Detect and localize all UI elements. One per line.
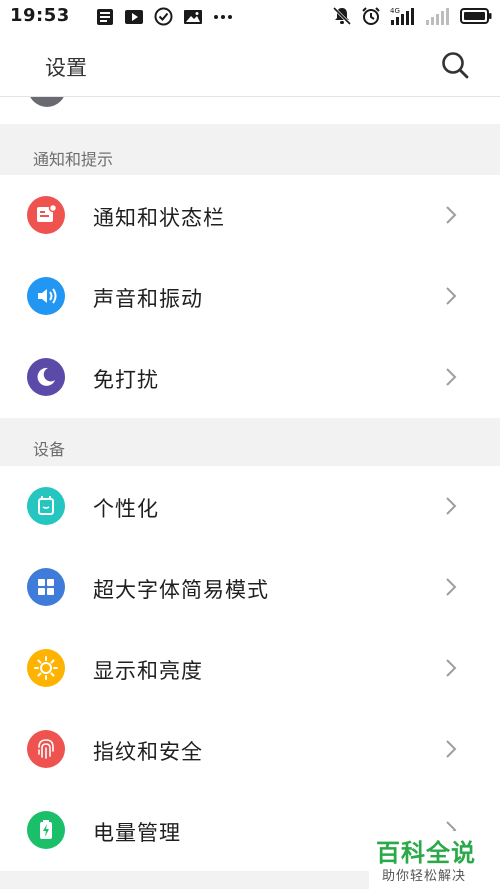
svg-text:4G: 4G bbox=[390, 7, 400, 15]
section-header-notifications: 通知和提示 bbox=[0, 124, 500, 175]
item-label: 通知和状态栏 bbox=[93, 206, 225, 230]
item-label: 免打扰 bbox=[93, 368, 159, 392]
fingerprint-icon bbox=[27, 730, 65, 768]
chevron-right-icon bbox=[446, 287, 457, 305]
play-icon bbox=[125, 9, 143, 24]
signal-icon bbox=[426, 8, 449, 25]
item-label: 显示和亮度 bbox=[93, 659, 203, 683]
signal-4g-icon: 4G bbox=[390, 7, 414, 25]
picture-icon bbox=[184, 9, 202, 24]
list-item-sound-vibration[interactable]: 声音和振动 bbox=[0, 256, 500, 337]
section-header-device: 设备 bbox=[0, 418, 500, 466]
item-label: 指纹和安全 bbox=[93, 740, 203, 764]
list-item-personalization[interactable]: 个性化 bbox=[0, 466, 500, 547]
mute-icon bbox=[332, 6, 352, 26]
chevron-right-icon bbox=[446, 578, 457, 596]
grid-icon bbox=[27, 568, 65, 606]
item-label: 超大字体简易模式 bbox=[93, 578, 269, 602]
chevron-right-icon bbox=[446, 659, 457, 677]
header: 设置 bbox=[0, 34, 500, 97]
status-left-icons bbox=[96, 7, 233, 26]
check-circle-icon bbox=[154, 7, 173, 26]
watermark-subtitle: 助你轻松解决 bbox=[382, 869, 467, 884]
search-icon[interactable] bbox=[440, 50, 470, 80]
status-bar: 19:53 4G bbox=[0, 0, 500, 34]
speaker-icon bbox=[27, 277, 65, 315]
notification-icon bbox=[27, 196, 65, 234]
section-title: 通知和提示 bbox=[33, 150, 114, 169]
item-label: 个性化 bbox=[93, 497, 159, 521]
status-right-icons: 4G bbox=[332, 6, 492, 26]
section-title: 设备 bbox=[33, 440, 66, 459]
battery-icon bbox=[460, 8, 492, 24]
moon-icon bbox=[27, 358, 65, 396]
item-label: 电量管理 bbox=[93, 821, 181, 845]
list-item-do-not-disturb[interactable]: 免打扰 bbox=[0, 337, 500, 418]
previous-item-icon bbox=[28, 97, 66, 107]
more-dots-icon bbox=[214, 14, 232, 19]
list-item-display-brightness[interactable]: 显示和亮度 bbox=[0, 628, 500, 709]
image-icon bbox=[97, 8, 113, 25]
previous-list-item-partial[interactable] bbox=[0, 97, 500, 124]
battery-charge-icon bbox=[27, 811, 65, 849]
personalize-icon bbox=[27, 487, 65, 525]
chevron-right-icon bbox=[446, 740, 457, 758]
chevron-right-icon bbox=[446, 206, 457, 224]
chevron-right-icon bbox=[446, 368, 457, 386]
page-title: 设置 bbox=[45, 56, 87, 80]
chevron-right-icon bbox=[446, 497, 457, 515]
list-item-large-font-mode[interactable]: 超大字体简易模式 bbox=[0, 547, 500, 628]
watermark-title: 百科全说 bbox=[376, 839, 476, 867]
item-label: 声音和振动 bbox=[93, 287, 203, 311]
sun-icon bbox=[27, 649, 65, 687]
watermark: 百科全说 助你轻松解决 bbox=[369, 831, 500, 889]
list-item-notification-statusbar[interactable]: 通知和状态栏 bbox=[0, 175, 500, 256]
alarm-icon bbox=[362, 7, 380, 25]
status-time: 19:53 bbox=[10, 5, 70, 26]
list-item-fingerprint-security[interactable]: 指纹和安全 bbox=[0, 709, 500, 790]
